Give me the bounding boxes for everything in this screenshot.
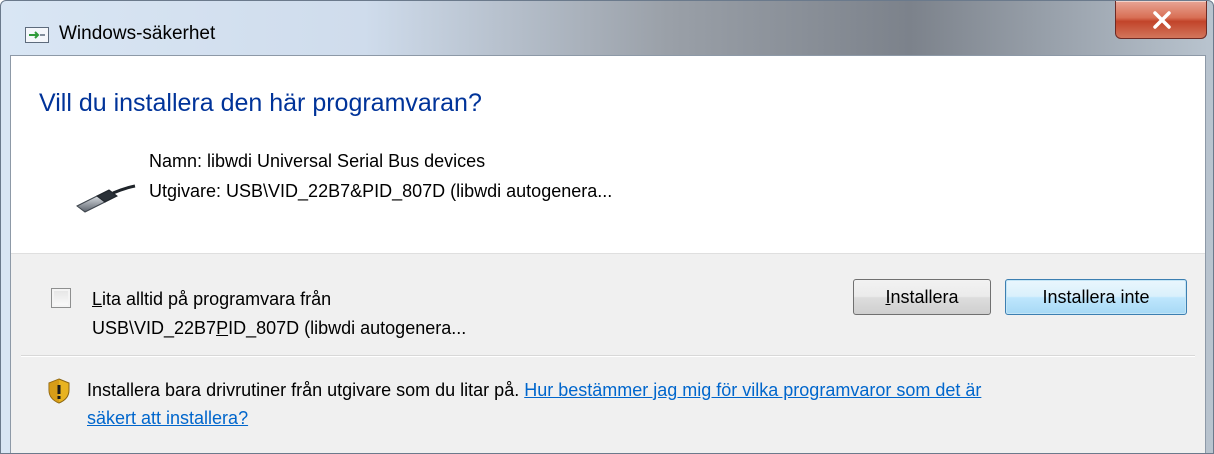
dialog-body: Vill du installera den här programvaran?… <box>10 55 1206 453</box>
title-bar[interactable]: Windows-säkerhet <box>1 1 1213 55</box>
security-shield-icon <box>47 378 71 409</box>
trust-publisher-label[interactable]: Lita alltid på programvara från <box>92 289 331 310</box>
close-icon <box>1153 11 1171 29</box>
trust-publisher-name[interactable]: USB\VID_22B7PID_807D (libwdi autogenera.… <box>92 318 466 339</box>
usb-device-icon <box>75 180 137 219</box>
divider <box>21 355 1195 357</box>
help-link-part2[interactable]: säkert att installera? <box>87 408 248 428</box>
security-dialog: Windows-säkerhet Vill du installera den … <box>0 0 1214 454</box>
help-link[interactable]: Hur bestämmer jag mig för vilka programv… <box>524 380 981 400</box>
dont-install-button[interactable]: Installera inte <box>1005 279 1187 315</box>
options-panel: Lita alltid på programvara från USB\VID_… <box>11 253 1205 453</box>
close-button[interactable] <box>1115 1 1207 39</box>
install-button[interactable]: Installera <box>853 279 991 315</box>
software-publisher: Utgivare: USB\VID_22B7&PID_807D (libwdi … <box>149 181 613 201</box>
help-link-continued: säkert att installera? <box>87 408 248 429</box>
driver-warning: Installera bara drivrutiner från utgivar… <box>87 380 982 400</box>
software-name: Namn: libwdi Universal Serial Bus device… <box>149 151 486 171</box>
trust-publisher-checkbox[interactable] <box>51 288 71 308</box>
window-app-icon <box>25 27 49 43</box>
dialog-question: Vill du installera den här programvaran? <box>39 89 482 117</box>
window-title: Windows-säkerhet <box>59 23 216 44</box>
